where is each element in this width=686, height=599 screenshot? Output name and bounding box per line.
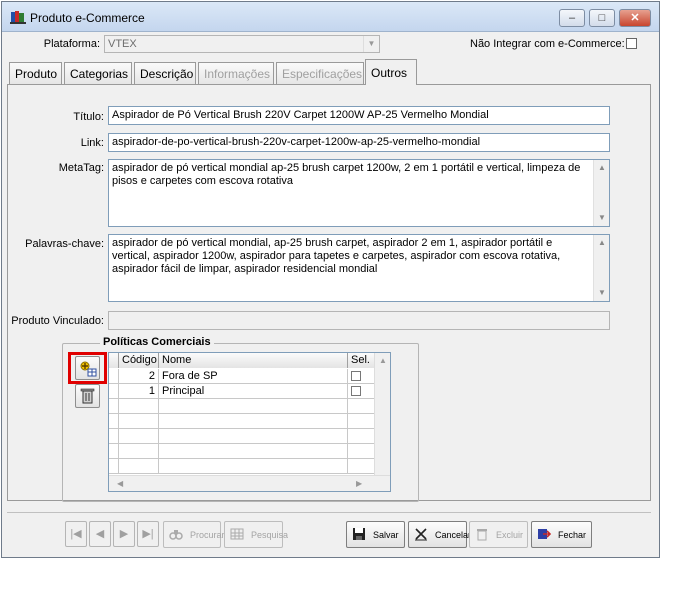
- sel-checkbox[interactable]: [351, 386, 361, 396]
- title-bar[interactable]: Produto e-Commerce – □ ✕: [2, 2, 659, 32]
- platform-value: VTEX: [108, 38, 137, 50]
- row-indicator: [109, 384, 119, 399]
- trash-icon: [80, 388, 95, 404]
- metatag-scrollbar[interactable]: ▲ ▼: [593, 160, 609, 226]
- grid-vertical-scrollbar[interactable]: ▲: [374, 353, 390, 477]
- no-integrate-checkbox[interactable]: [626, 38, 637, 49]
- column-header-sel[interactable]: Sel.: [348, 353, 375, 368]
- add-policy-button[interactable]: [75, 356, 100, 380]
- research-label: Pesquisa: [251, 530, 289, 540]
- link-field[interactable]: aspirador-de-po-vertical-brush-220v-carp…: [108, 133, 610, 152]
- delete-button[interactable]: Excluir: [469, 521, 528, 548]
- window-title: Produto e-Commerce: [30, 11, 145, 25]
- scroll-down-icon[interactable]: ▼: [594, 285, 609, 301]
- empty-row: [109, 459, 375, 474]
- tab-outros[interactable]: Outros: [365, 59, 417, 85]
- close-label: Fechar: [558, 530, 587, 540]
- table-row[interactable]: 1 Principal: [109, 384, 375, 399]
- research-button[interactable]: Pesquisa: [224, 521, 288, 548]
- grid-search-icon: [230, 528, 244, 540]
- metatag-textarea[interactable]: aspirador de pó vertical mondial ap-25 b…: [108, 159, 610, 227]
- grid-header-row: Código Nome Sel.: [109, 353, 375, 368]
- keywords-label: Palavras-chave:: [25, 238, 104, 250]
- cancel-label: Cancelar: [435, 530, 472, 540]
- keywords-textarea[interactable]: aspirador de pó vertical mondial, ap-25 …: [108, 234, 610, 302]
- title-label: Título:: [73, 111, 104, 123]
- scroll-down-icon[interactable]: ▼: [594, 210, 609, 226]
- keywords-text: aspirador de pó vertical mondial, ap-25 …: [112, 237, 561, 275]
- scroll-up-icon[interactable]: ▲: [594, 235, 609, 251]
- delete-policy-button[interactable]: [75, 384, 100, 408]
- table-row[interactable]: 2 Fora de SP: [109, 369, 375, 384]
- close-window-button[interactable]: ✕: [619, 9, 651, 27]
- tab-informacoes[interactable]: Informações: [198, 62, 274, 84]
- empty-row: [109, 399, 375, 414]
- scroll-up-icon[interactable]: ▲: [594, 160, 609, 176]
- metatag-label: MetaTag:: [58, 162, 104, 174]
- cancel-button[interactable]: Cancelar: [408, 521, 471, 548]
- close-button[interactable]: Fechar: [531, 521, 592, 548]
- delete-label: Excluir: [496, 530, 524, 540]
- sel-checkbox[interactable]: [351, 371, 361, 381]
- previous-record-button[interactable]: ◀: [89, 521, 111, 547]
- search-label: Procurar: [190, 530, 225, 540]
- chevron-down-icon[interactable]: ▼: [363, 36, 379, 52]
- save-label: Salvar: [373, 530, 399, 540]
- cancel-x-icon: [415, 528, 427, 541]
- cell-code: 1: [119, 384, 159, 399]
- tab-descricao[interactable]: Descrição: [134, 62, 196, 84]
- scroll-left-icon[interactable]: ◀: [117, 476, 129, 491]
- exit-door-icon: [538, 529, 551, 539]
- cell-sel: [348, 384, 375, 399]
- scroll-up-icon[interactable]: ▲: [375, 353, 390, 369]
- row-indicator: [109, 369, 119, 384]
- link-label: Link:: [80, 137, 104, 149]
- maximize-button[interactable]: □: [589, 9, 615, 27]
- scroll-right-icon[interactable]: ▶: [356, 476, 368, 491]
- next-record-button[interactable]: ▶: [113, 521, 135, 547]
- cell-name: Fora de SP: [159, 369, 348, 384]
- save-button[interactable]: Salvar: [346, 521, 405, 548]
- floppy-disk-icon: [353, 528, 365, 540]
- tab-categorias[interactable]: Categorias: [64, 62, 132, 84]
- empty-row: [109, 429, 375, 444]
- column-header-name[interactable]: Nome: [159, 353, 348, 368]
- linked-product-field[interactable]: [108, 311, 610, 330]
- platform-select[interactable]: VTEX ▼: [104, 35, 380, 53]
- cell-code: 2: [119, 369, 159, 384]
- tab-produto[interactable]: Produto: [9, 62, 62, 84]
- commercial-policies-title: Políticas Comerciais: [100, 336, 214, 348]
- column-header-code[interactable]: Código: [119, 353, 159, 368]
- grid-indicator-header: [109, 353, 119, 368]
- binoculars-icon: [169, 530, 183, 540]
- keywords-scrollbar[interactable]: ▲ ▼: [593, 235, 609, 301]
- policies-grid[interactable]: Código Nome Sel. 2 Fora de SP 1 Principa…: [108, 352, 391, 492]
- add-row-icon: [80, 361, 97, 377]
- platform-label: Plataforma:: [43, 38, 100, 50]
- empty-row: [109, 414, 375, 429]
- empty-row: [109, 444, 375, 459]
- app-books-icon: [10, 11, 26, 24]
- trash-icon: [477, 529, 487, 541]
- linked-product-label: Produto Vinculado:: [11, 315, 104, 327]
- cell-sel: [348, 369, 375, 384]
- last-record-button[interactable]: ▶|: [137, 521, 159, 547]
- search-button[interactable]: Procurar: [163, 521, 225, 548]
- first-record-button[interactable]: |◀: [65, 521, 87, 547]
- no-integrate-label: Não Integrar com e-Commerce:: [470, 38, 625, 50]
- minimize-button[interactable]: –: [559, 9, 585, 27]
- tab-especificacoes[interactable]: Especificações: [276, 62, 364, 84]
- cell-name: Principal: [159, 384, 348, 399]
- metatag-text: aspirador de pó vertical mondial ap-25 b…: [112, 162, 581, 187]
- grid-horizontal-scrollbar[interactable]: ◀ ▶: [109, 475, 390, 491]
- title-field[interactable]: Aspirador de Pó Vertical Brush 220V Carp…: [108, 106, 610, 125]
